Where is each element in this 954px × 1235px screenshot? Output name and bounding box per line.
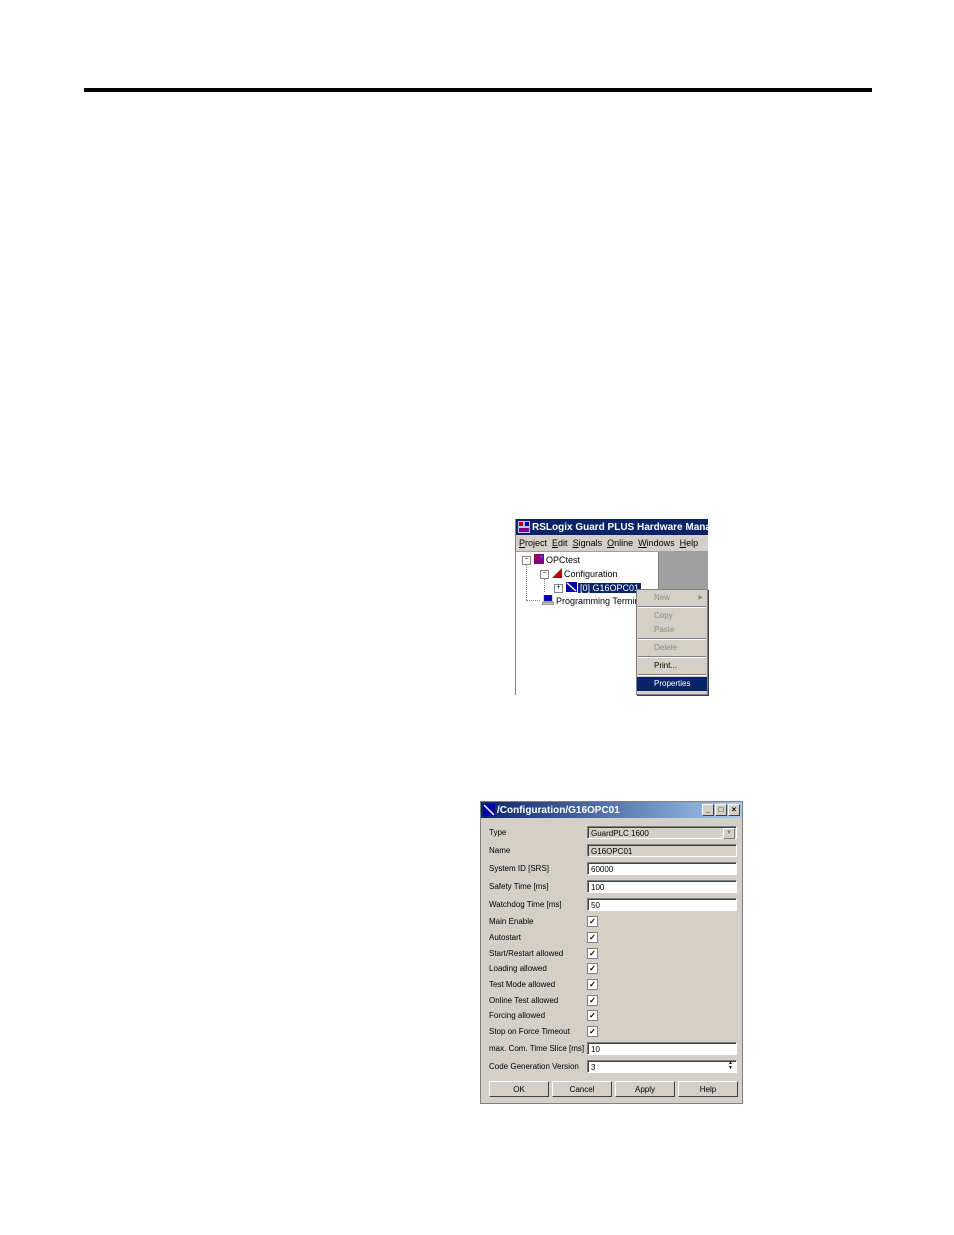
- device-slot: [0]: [580, 583, 591, 593]
- dialog-title-bar[interactable]: /Configuration/G16OPC01 _ □ ×: [481, 802, 742, 818]
- menu-signals[interactable]: Signals: [571, 538, 605, 548]
- menu-item-new[interactable]: New ▶: [637, 591, 707, 605]
- menu-help[interactable]: Help: [678, 538, 701, 548]
- menu-item-properties[interactable]: Properties: [637, 677, 707, 691]
- close-icon[interactable]: ×: [728, 804, 740, 816]
- computer-icon: [541, 594, 555, 607]
- menu-separator: [638, 656, 706, 658]
- tree-node-project[interactable]: − OPCtest: [522, 554, 580, 566]
- time-slice-input[interactable]: 10: [587, 1042, 737, 1055]
- menu-edit[interactable]: Edit: [550, 538, 570, 548]
- safety-time-label: Safety Time [ms]: [489, 882, 549, 891]
- test-mode-label: Test Mode allowed: [489, 980, 556, 989]
- main-enable-checkbox[interactable]: ✓: [587, 916, 598, 927]
- menu-item-new-label: New: [654, 593, 671, 602]
- device-icon: [566, 582, 577, 594]
- stop-on-force-timeout-label: Stop on Force Timeout: [489, 1027, 570, 1036]
- forcing-allowed-label: Forcing allowed: [489, 1011, 546, 1020]
- menu-item-paste[interactable]: Paste: [637, 623, 707, 637]
- ok-button[interactable]: OK: [489, 1081, 549, 1097]
- submenu-arrow-icon: ▶: [698, 595, 703, 601]
- tree-node-device[interactable]: + [0] G16OPC01: [554, 582, 642, 594]
- tree-label-terminal: Programming Terminal: [556, 596, 647, 606]
- menu-item-copy[interactable]: Copy: [637, 609, 707, 623]
- start-restart-label: Start/Restart allowed: [489, 949, 564, 958]
- online-test-label: Online Test allowed: [489, 996, 559, 1005]
- online-test-checkbox[interactable]: ✓: [587, 995, 598, 1006]
- expand-icon[interactable]: +: [554, 583, 563, 593]
- code-generation-label: Code Generation Version: [489, 1062, 579, 1071]
- tree-line: [526, 562, 527, 600]
- autostart-label: Autostart: [489, 933, 522, 942]
- start-restart-checkbox[interactable]: ✓: [587, 948, 598, 959]
- tree-label-project: OPCtest: [546, 555, 581, 565]
- forcing-allowed-checkbox[interactable]: ✓: [587, 1010, 598, 1021]
- autostart-checkbox[interactable]: ✓: [587, 932, 598, 943]
- collapse-icon[interactable]: −: [522, 555, 531, 565]
- system-id-input[interactable]: 60000: [587, 862, 737, 875]
- tree-node-configuration[interactable]: − Configuration: [540, 568, 618, 580]
- loading-allowed-label: Loading allowed: [489, 964, 547, 973]
- type-label: Type: [489, 828, 507, 837]
- cancel-button[interactable]: Cancel: [552, 1081, 612, 1097]
- spinner-arrows-icon[interactable]: ▲ ▼: [726, 1061, 735, 1072]
- code-generation-value: 3: [591, 1063, 596, 1072]
- type-dropdown[interactable]: GuardPLC 1600 ▼: [587, 826, 737, 839]
- configuration-icon: [552, 568, 562, 580]
- device-name: G16OPC01: [592, 583, 640, 593]
- watchdog-time-label: Watchdog Time [ms]: [489, 900, 562, 909]
- menu-project[interactable]: Project: [517, 538, 549, 548]
- help-button[interactable]: Help: [678, 1081, 738, 1097]
- name-field: G16OPC01: [587, 844, 737, 857]
- tree-node-terminal[interactable]: Programming Terminal: [541, 594, 647, 607]
- time-slice-label: max. Com. Time Slice [ms]: [489, 1044, 585, 1053]
- loading-allowed-checkbox[interactable]: ✓: [587, 963, 598, 974]
- menu-windows[interactable]: Windows: [636, 538, 677, 548]
- apply-button[interactable]: Apply: [615, 1081, 675, 1097]
- menu-separator: [638, 674, 706, 676]
- menu-item-delete[interactable]: Delete: [637, 641, 707, 655]
- code-generation-spinner[interactable]: 3 ▲ ▼: [587, 1060, 737, 1073]
- chevron-down-icon[interactable]: ▼: [723, 828, 735, 839]
- cancel-button-label: Cancel: [569, 1085, 595, 1094]
- collapse-icon[interactable]: −: [540, 569, 549, 579]
- rslogix-app-icon: [518, 521, 530, 533]
- type-value: GuardPLC 1600: [591, 829, 649, 838]
- properties-dialog: /Configuration/G16OPC01 _ □ × Type Guard…: [480, 801, 743, 1104]
- page-header-rule: [84, 88, 872, 92]
- help-button-label: Help: [699, 1085, 717, 1094]
- apply-button-label: Apply: [634, 1085, 655, 1094]
- safety-time-input[interactable]: 100: [587, 880, 737, 893]
- system-id-label: System ID [SRS]: [489, 864, 550, 873]
- stop-on-force-timeout-checkbox[interactable]: ✓: [587, 1026, 598, 1037]
- tree-label-device-selected: [0] G16OPC01: [578, 583, 642, 593]
- context-menu: New ▶ Copy Paste Delete Print... Propert…: [636, 589, 708, 695]
- tree-label-configuration: Configuration: [564, 569, 618, 579]
- menu-online[interactable]: Online: [605, 538, 635, 548]
- menu-separator: [638, 638, 706, 640]
- ok-button-label: OK: [513, 1085, 525, 1094]
- main-enable-label: Main Enable: [489, 917, 534, 926]
- menu-bar: Project Edit Signals Online Windows Help: [516, 535, 708, 552]
- window-title: RSLogix Guard PLUS Hardware Management: [532, 521, 708, 533]
- minimize-icon[interactable]: _: [702, 804, 714, 816]
- menu-item-print[interactable]: Print...: [637, 659, 707, 673]
- title-bar[interactable]: RSLogix Guard PLUS Hardware Management: [516, 519, 708, 535]
- project-icon: [534, 554, 544, 566]
- menu-separator: [638, 606, 706, 608]
- device-icon: [483, 804, 495, 816]
- maximize-icon[interactable]: □: [715, 804, 727, 816]
- tree-line: [526, 600, 540, 601]
- dialog-title: /Configuration/G16OPC01: [497, 804, 620, 816]
- name-label: Name: [489, 846, 511, 855]
- watchdog-time-input[interactable]: 50: [587, 898, 737, 911]
- test-mode-checkbox[interactable]: ✓: [587, 979, 598, 990]
